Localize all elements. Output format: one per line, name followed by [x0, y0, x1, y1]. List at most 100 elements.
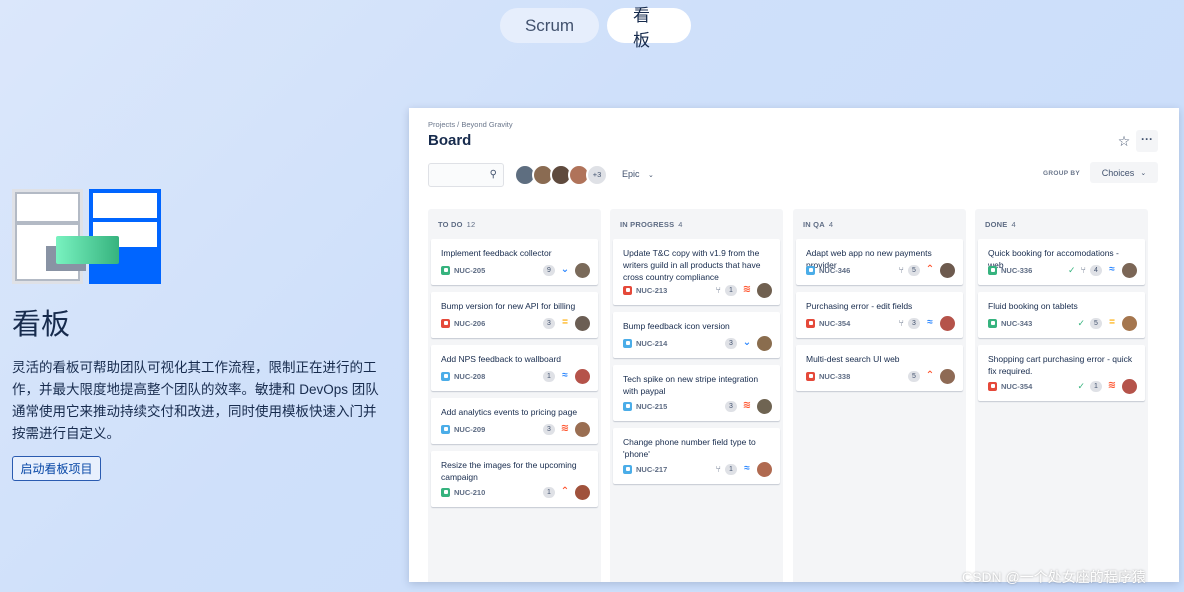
branch-icon: ⑂	[898, 318, 904, 328]
assignee-avatar[interactable]	[575, 484, 590, 500]
issue-key[interactable]: NUC-354	[1001, 382, 1032, 391]
story-points-badge: 1	[725, 284, 737, 296]
story-type-icon	[988, 265, 997, 275]
branch-icon: ⑂	[1080, 265, 1086, 275]
column-count: 12	[466, 220, 476, 229]
story-points-badge: 5	[1090, 317, 1102, 329]
column-count: 4	[828, 220, 834, 229]
assignee-avatar[interactable]	[940, 315, 955, 331]
column-name: IN PROGRESS	[620, 220, 675, 229]
tab-scrum[interactable]: Scrum	[500, 8, 599, 43]
issue-key[interactable]: NUC-336	[1001, 266, 1032, 275]
board-column-in-qa: IN QA 4 Adapt web app no new payments prov…	[793, 209, 966, 582]
priority-high-icon: ⌃	[560, 486, 570, 497]
issue-key[interactable]: NUC-215	[636, 402, 667, 411]
priority-high-icon: ⌃	[925, 370, 935, 381]
issue-key[interactable]: NUC-210	[454, 488, 485, 497]
story-points-badge: 3	[543, 423, 555, 435]
priority-med-icon: =	[1109, 317, 1115, 328]
issue-key[interactable]: NUC-206	[454, 319, 485, 328]
assignee-avatar[interactable]	[575, 262, 590, 278]
column-count: 4	[678, 220, 683, 229]
issue-key[interactable]: NUC-213	[636, 286, 667, 295]
issue-card[interactable]: Adapt web app no new payments provider NU…	[796, 239, 963, 285]
column-header: DONE 4	[985, 220, 1016, 229]
tab-kanban[interactable]: 看板	[607, 6, 691, 50]
search-input[interactable]: ⚲	[428, 163, 504, 187]
assignee-avatar[interactable]	[940, 368, 955, 384]
assignee-avatar[interactable]	[757, 335, 772, 351]
issue-card[interactable]: Add analytics events to pricing page NUC-…	[431, 398, 598, 444]
issue-key[interactable]: NUC-214	[636, 339, 667, 348]
issue-title: Implement feedback collector	[441, 248, 552, 258]
assignee-avatar[interactable]	[1122, 262, 1137, 278]
issue-key[interactable]: NUC-217	[636, 465, 667, 474]
issue-key[interactable]: NUC-343	[1001, 319, 1032, 328]
group-by-select[interactable]: Choices ⌄	[1090, 162, 1158, 183]
issue-card[interactable]: Update T&C copy with v1.9 from the write…	[613, 239, 780, 305]
issue-key[interactable]: NUC-209	[454, 425, 485, 434]
board-screenshot: Projects / Beyond Gravity Board ☆ ··· ⚲ …	[409, 108, 1179, 582]
assignee-avatar[interactable]	[575, 368, 590, 384]
task-type-icon	[623, 338, 632, 348]
story-points-badge: 3	[725, 337, 737, 349]
issue-card[interactable]: Multi-dest search UI web NUC-338 5 ⌃	[796, 345, 963, 391]
issue-footer: NUC-354 ✓ 1 ≋	[988, 378, 1137, 394]
board-column-in-progress: IN PROGRESS 4 Update T&C copy with v1.9 fr…	[610, 209, 783, 582]
issue-title: Fluid booking on tablets	[988, 301, 1078, 311]
issue-footer: NUC-206 3 =	[441, 315, 590, 331]
issue-title: Resize the images for the upcoming campa…	[441, 460, 577, 482]
issue-title: Tech spike on new stripe integration wit…	[623, 374, 759, 396]
issue-card[interactable]: Change phone number field type to 'phone…	[613, 428, 780, 484]
issue-card[interactable]: Bump feedback icon version NUC-214 3 ⌄	[613, 312, 780, 358]
issue-card[interactable]: Quick booking for accomodations - web NUC…	[978, 239, 1145, 285]
assignee-avatar[interactable]	[575, 421, 590, 437]
issue-footer: NUC-336 ✓ ⑂ 4 ≈	[988, 262, 1137, 278]
issue-key[interactable]: NUC-354	[819, 319, 850, 328]
check-icon: ✓	[1077, 380, 1085, 391]
task-type-icon	[441, 371, 450, 381]
issue-footer: NUC-208 1 ≈	[441, 368, 590, 384]
watermark: CSDN @一个处女座的程序猿	[962, 569, 1146, 585]
issue-key[interactable]: NUC-346	[819, 266, 850, 275]
assignee-avatar[interactable]	[1122, 315, 1137, 331]
issue-card[interactable]: Fluid booking on tablets NUC-343 ✓ 5 =	[978, 292, 1145, 338]
assignee-avatar[interactable]	[757, 282, 772, 298]
assignee-avatar[interactable]	[940, 262, 955, 278]
assignee-avatar[interactable]	[575, 315, 590, 331]
task-type-icon	[623, 464, 632, 474]
issue-card[interactable]: Bump version for new API for billing NUC-…	[431, 292, 598, 338]
start-kanban-button[interactable]: 启动看板项目	[12, 456, 101, 481]
more-icon[interactable]: ···	[1136, 130, 1158, 152]
assignee-avatar[interactable]	[1122, 378, 1137, 394]
issue-card[interactable]: Shopping cart purchasing error - quick f…	[978, 345, 1145, 401]
issue-card[interactable]: Tech spike on new stripe integration wit…	[613, 365, 780, 421]
breadcrumb[interactable]: Projects / Beyond Gravity	[428, 120, 513, 129]
issue-card[interactable]: Add NPS feedback to wallboard NUC-208 1 ≈	[431, 345, 598, 391]
branch-icon: ⑂	[898, 265, 904, 275]
more-avatars-badge[interactable]: +3	[586, 164, 608, 186]
assignee-avatars: +3	[514, 164, 608, 186]
star-icon[interactable]: ☆	[1116, 133, 1132, 149]
story-type-icon	[988, 318, 997, 328]
issue-key[interactable]: NUC-208	[454, 372, 485, 381]
issue-footer: NUC-209 3 ≋	[441, 421, 590, 437]
task-type-icon	[806, 265, 815, 275]
issue-key[interactable]: NUC-205	[454, 266, 485, 275]
story-points-badge: 9	[543, 264, 555, 276]
epic-filter[interactable]: Epic ⌄	[622, 169, 654, 179]
priority-highest-icon: ≋	[742, 400, 752, 411]
search-icon: ⚲	[489, 169, 497, 180]
issue-card[interactable]: Implement feedback collector NUC-205 9 ⌄	[431, 239, 598, 285]
issue-title: Bump feedback icon version	[623, 321, 730, 331]
assignee-avatar[interactable]	[757, 461, 772, 477]
issue-key[interactable]: NUC-338	[819, 372, 850, 381]
priority-lowest-icon: ≈	[1109, 264, 1115, 275]
branch-icon: ⑂	[715, 285, 721, 295]
assignee-avatar[interactable]	[757, 398, 772, 414]
issue-card[interactable]: Purchasing error - edit fields NUC-354 ⑂ 3 ≈	[796, 292, 963, 338]
issue-footer: NUC-354 ⑂ 3 ≈	[806, 315, 955, 331]
board-column-done: DONE 4 Quick booking for accomodations - w…	[975, 209, 1148, 582]
issue-card[interactable]: Resize the images for the upcoming campa…	[431, 451, 598, 507]
column-header: TO DO 12	[438, 220, 475, 229]
